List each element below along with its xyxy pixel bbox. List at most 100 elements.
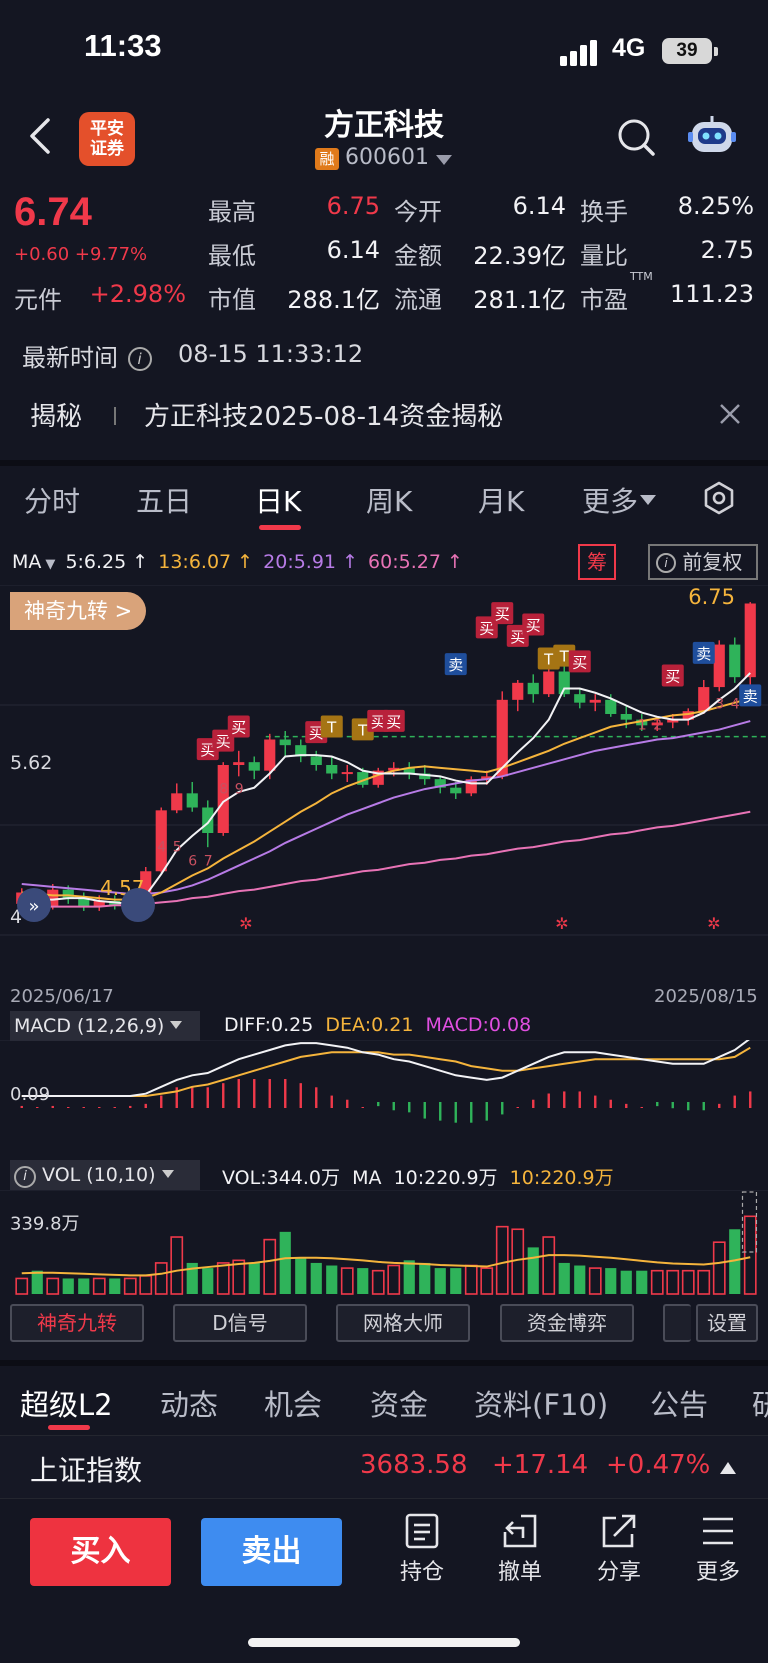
volume-bar	[434, 1268, 446, 1294]
ma5-value: 5:6.25 ↑	[65, 551, 149, 573]
chevron-down-icon[interactable]	[436, 155, 452, 165]
home-indicator[interactable]	[248, 1638, 520, 1647]
macd-histogram-bar	[485, 1102, 488, 1121]
volume-bar	[78, 1278, 90, 1294]
reveal-text[interactable]: 方正科技2025-08-14资金揭秘	[144, 396, 503, 433]
tab-month-k[interactable]: 月K	[478, 480, 524, 520]
buy-signal: 买	[665, 668, 680, 686]
magic9-count-label: 4	[731, 696, 740, 712]
price-change: +0.60 +9.77%	[14, 244, 148, 265]
candle-body	[186, 793, 198, 808]
robot-assistant-icon[interactable]	[688, 114, 736, 158]
vol-selector[interactable]: i VOL (10,10)	[10, 1160, 200, 1190]
high-value: 6.75	[326, 192, 380, 220]
close-icon[interactable]	[718, 402, 742, 426]
volume-bar	[542, 1236, 556, 1295]
info-icon[interactable]: i	[127, 347, 152, 371]
tab-notice[interactable]: 公告	[650, 1382, 708, 1424]
menu-icon	[703, 1517, 733, 1545]
d-signal-button[interactable]: D信号	[173, 1304, 307, 1342]
volume-bar	[123, 1277, 137, 1295]
magic9-badge[interactable]: 神奇九转 >	[10, 592, 147, 630]
volume-bar	[419, 1262, 431, 1294]
tab-capital[interactable]: 资金	[370, 1382, 428, 1424]
high-label: 最高	[208, 198, 256, 226]
volume-bar	[387, 1264, 401, 1295]
last-price: 6.74	[14, 190, 92, 234]
tab-five-day[interactable]: 五日	[136, 480, 192, 520]
chevron-up-icon[interactable]	[720, 1462, 736, 1474]
magic9-button[interactable]: 神奇九转	[10, 1304, 144, 1342]
ma-caret: ▼	[45, 557, 56, 572]
kline-chart[interactable]: 5.626.754.574买买买买TT买买卖买买买买TT买买卖卖23456789…	[0, 585, 768, 985]
section-divider	[0, 1360, 768, 1366]
tab-news[interactable]: 动态	[160, 1382, 218, 1424]
status-bar: 11:33 4G 39	[0, 0, 768, 100]
macd-histogram-bar	[299, 1083, 302, 1108]
sector-change[interactable]: +2.98%	[86, 280, 186, 308]
tab-day-k[interactable]: 日K	[255, 480, 301, 520]
price-adjust-button[interactable]: i 前复权	[648, 544, 758, 580]
share-button[interactable]: 分享	[584, 1512, 654, 1586]
update-time-label: 最新时间 i	[22, 338, 152, 373]
buy-button[interactable]: 买入	[30, 1518, 171, 1586]
search-icon[interactable]	[616, 117, 656, 157]
macd-histogram-bar	[609, 1099, 612, 1108]
macd-selector[interactable]: MACD (12,26,9)	[10, 1011, 200, 1041]
vol-ma-value-2: 10:220.9万	[509, 1167, 614, 1189]
tab-chance[interactable]: 机会	[264, 1382, 322, 1424]
undo-icon	[503, 1514, 537, 1548]
sell-button[interactable]: 卖出	[201, 1518, 342, 1586]
volume-bar	[371, 1269, 385, 1295]
index-percent: +0.47%	[606, 1450, 711, 1480]
index-ticker[interactable]: 上证指数 3683.58 +17.14 +0.47%	[0, 1435, 768, 1499]
macd-histogram-bar	[408, 1102, 411, 1113]
macd-histogram-bar	[144, 1103, 147, 1108]
tab-minute[interactable]: 分时	[24, 480, 80, 520]
volume-bar	[681, 1269, 695, 1295]
vol-header-label: VOL (10,10)	[42, 1164, 156, 1186]
volume-bar	[295, 1257, 307, 1294]
indicator-settings-button[interactable]: 设置	[696, 1304, 758, 1342]
macd-histogram-bar	[516, 1107, 519, 1108]
macd-chart[interactable]: 0.09	[0, 1040, 768, 1150]
volume-bar	[109, 1278, 121, 1294]
indicator-button-partial[interactable]	[663, 1304, 691, 1342]
more-button[interactable]: 更多	[683, 1512, 753, 1586]
macd-histogram-bar	[284, 1079, 287, 1108]
capital-game-button[interactable]: 资金博弈	[500, 1304, 634, 1342]
macd-histogram-bar	[671, 1102, 674, 1109]
macd-histogram-bar	[191, 1087, 194, 1108]
volume-bar	[743, 1215, 757, 1295]
volume-bar	[636, 1270, 648, 1294]
tab-profile-f10[interactable]: 资料(F10)	[474, 1382, 608, 1424]
pe-value: 111.23	[670, 280, 754, 308]
battery-icon: 39	[662, 38, 712, 64]
gear-icon[interactable]	[702, 481, 736, 515]
grid-master-button[interactable]: 网格大师	[336, 1304, 470, 1342]
tab-week-k[interactable]: 周K	[366, 480, 412, 520]
market-cap-value: 288.1亿	[287, 286, 380, 314]
candle-body	[620, 714, 632, 720]
tab-more[interactable]: 更多	[582, 480, 657, 520]
candle-body	[744, 603, 756, 678]
macd-histogram-bar	[51, 1105, 54, 1108]
candle-body	[589, 699, 601, 703]
tab-super-l2[interactable]: 超级L2	[20, 1382, 113, 1424]
candle-body	[729, 644, 741, 678]
sector-label[interactable]: 元件	[14, 280, 62, 315]
chip-distribution-button[interactable]: 筹	[578, 544, 616, 580]
ma-legend[interactable]: MA ▼ 5:6.25 ↑ 13:6.07 ↑ 20:5.91 ↑ 60:5.27…	[12, 551, 467, 573]
volume-bar	[588, 1267, 602, 1295]
volume-chart[interactable]: 339.8万	[0, 1190, 768, 1300]
tab-research-partial[interactable]: 研	[752, 1382, 768, 1424]
buy-signal: 买	[231, 719, 246, 737]
macd-histogram-bar	[392, 1102, 395, 1111]
capital-reveal-banner[interactable]: 揭秘 方正科技2025-08-14资金揭秘	[0, 380, 768, 450]
candle-body	[233, 762, 245, 765]
candle-body	[527, 682, 539, 695]
cancel-order-button[interactable]: 撤单	[485, 1512, 555, 1586]
position-button[interactable]: 持仓	[387, 1512, 457, 1586]
stock-code[interactable]: 600601	[345, 145, 429, 170]
update-time: 08-15 11:33:12	[178, 340, 364, 368]
